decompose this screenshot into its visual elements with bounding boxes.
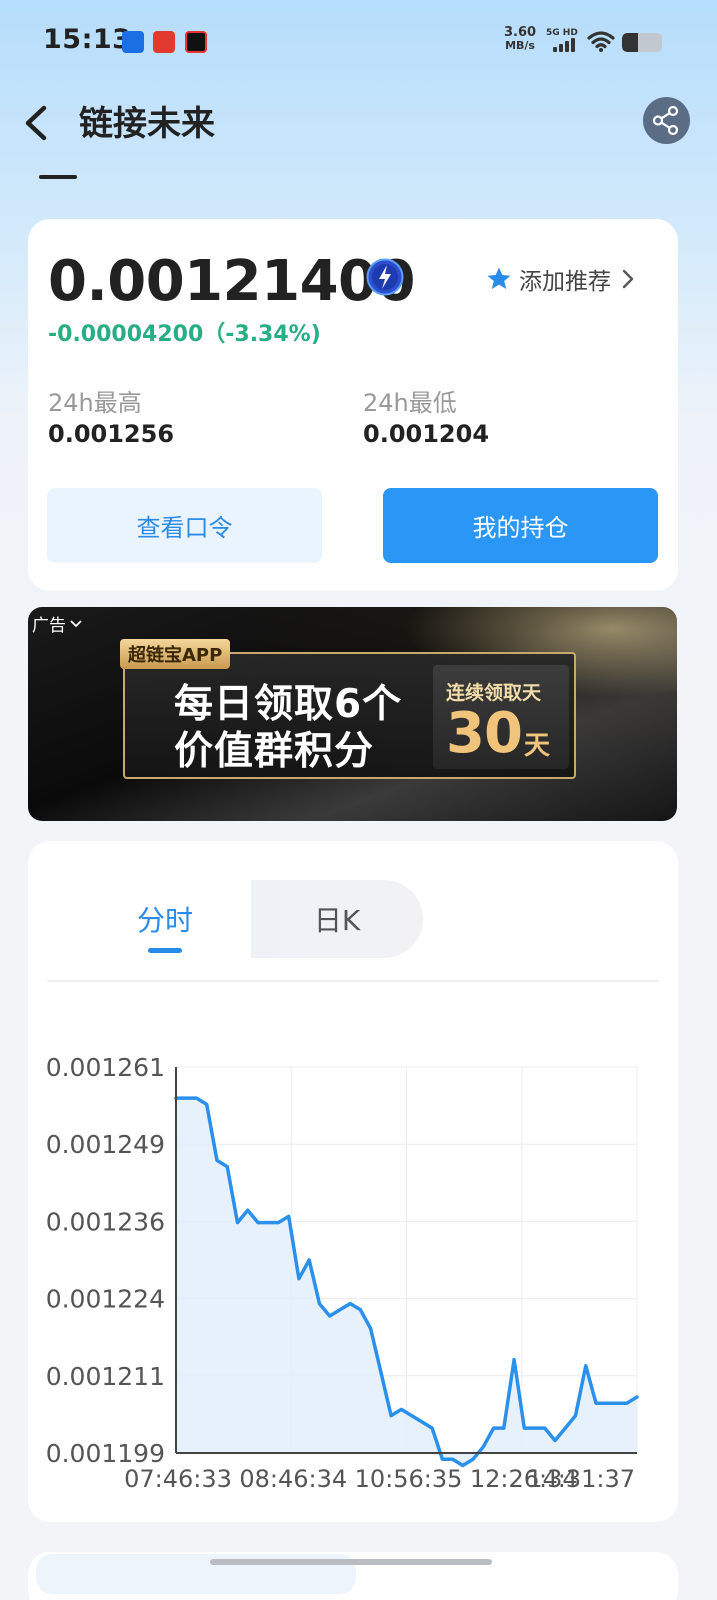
y-tick-label: 0.001211 [46,1362,165,1391]
title-underline [39,175,77,179]
ad-label-text: 广告 [32,616,66,636]
home-indicator[interactable] [210,1559,492,1565]
series-point [318,1303,320,1305]
share-button[interactable] [643,97,690,144]
x-tick-label: 14:31:37 [527,1465,635,1493]
series-point [390,1415,392,1417]
series-point [195,1097,198,1099]
chart-card: 分时 日K 0.001261 0.001249 0.001236 0.001224 0.… [28,841,678,1522]
x-tick-label: 08:46:34 [239,1465,347,1493]
series-point [626,1402,628,1404]
wifi-icon [587,31,615,52]
x-tick-label: 07:46:33 [124,1465,232,1493]
view-code-button[interactable]: 查看口令 [47,488,322,563]
series-point [411,1415,413,1417]
series-point [380,1371,382,1373]
series-point [185,1097,187,1099]
page-title: 链接未来 [79,104,215,144]
series-point [544,1427,546,1429]
series-point [400,1408,402,1410]
x-tick-label: 10:56:35 [355,1465,463,1493]
my-position-button[interactable]: 我的持仓 [383,488,658,563]
series-point [595,1402,597,1404]
series-point [462,1464,464,1467]
chevron-right-icon [622,269,634,289]
series-point [359,1309,361,1311]
series-point [431,1427,433,1429]
series-point [349,1303,351,1305]
series-point [226,1166,228,1168]
high-24h-value: 0.001256 [48,420,175,448]
series-point [574,1415,577,1417]
star-icon [487,267,511,289]
current-price: 0.00121400 [48,249,415,314]
battery-icon [622,33,662,52]
y-tick-label: 0.001261 [46,1053,165,1082]
series-point [493,1427,495,1429]
series-point [267,1222,269,1224]
series-point [472,1458,474,1460]
signal-icon [553,38,579,52]
status-bar: 15:13 3.60 MB/s 5G HD [0,0,717,82]
ad-side-number: 30 [446,701,523,766]
series-point [615,1402,618,1404]
series-point [308,1259,310,1261]
network-type-tag: 5G HD [546,28,578,38]
series-point [605,1402,607,1404]
add-recommend-button[interactable]: 添加推荐 [486,263,635,295]
series-point [206,1103,208,1105]
weather-app-icon [122,31,144,53]
y-tick-label: 0.001249 [46,1130,165,1159]
back-button[interactable] [18,103,54,143]
low-24h-value: 0.001204 [363,420,490,448]
ad-headline-2: 价值群积分 [174,729,375,774]
series-point [503,1427,505,1429]
y-tick-label: 0.001224 [46,1285,165,1314]
ad-banner[interactable]: 广告 超链宝APP 每日领取6个 价值群积分 连续领取天 30 天 [28,607,677,821]
ad-brand: 超链宝APP [120,639,231,669]
add-recommend-label: 添加推荐 [519,269,611,295]
coin-logo-icon [366,258,404,296]
series-point [216,1159,218,1161]
network-speed-unit: MB/s [505,39,535,52]
series-point [370,1327,372,1330]
news-app-icon [153,31,175,53]
series-point [534,1427,536,1429]
series-point [257,1222,259,1224]
ad-side-unit: 天 [524,731,551,761]
price-chart[interactable]: 0.001261 0.001249 0.001236 0.001224 0.001211… [28,841,678,1522]
series-point [513,1359,515,1361]
series-point [636,1396,638,1398]
series-point [441,1458,443,1460]
series-point [236,1222,239,1224]
y-tick-label: 0.001236 [46,1207,165,1236]
series-point [247,1209,249,1211]
series-point [564,1427,566,1429]
series-point [329,1315,331,1317]
series-point [298,1278,300,1280]
tiktok-app-icon [185,31,207,53]
high-24h-label: 24h最高 [48,389,142,417]
series-point [554,1439,556,1442]
status-time: 15:13 [43,24,132,55]
ad-label[interactable]: 广告 [32,611,83,636]
series-point [339,1309,341,1311]
series-point [421,1421,423,1423]
series-point [585,1365,587,1367]
price-card: 0.00121400 添加推荐 -0.00004200（-3.34%) 24h最… [28,219,678,591]
price-change: -0.00004200（-3.34%) [48,322,321,347]
series-point [482,1446,484,1448]
series-point [452,1458,454,1460]
series-point [277,1222,279,1224]
share-icon [652,105,679,136]
network-speed-value: 3.60 [504,25,537,40]
y-tick-label: 0.001199 [46,1439,165,1468]
chevron-down-icon [70,619,82,627]
series-point [288,1215,290,1217]
low-24h-label: 24h最低 [363,389,457,417]
network-speed: 3.60 MB/s [504,26,536,52]
series-point [523,1427,525,1429]
